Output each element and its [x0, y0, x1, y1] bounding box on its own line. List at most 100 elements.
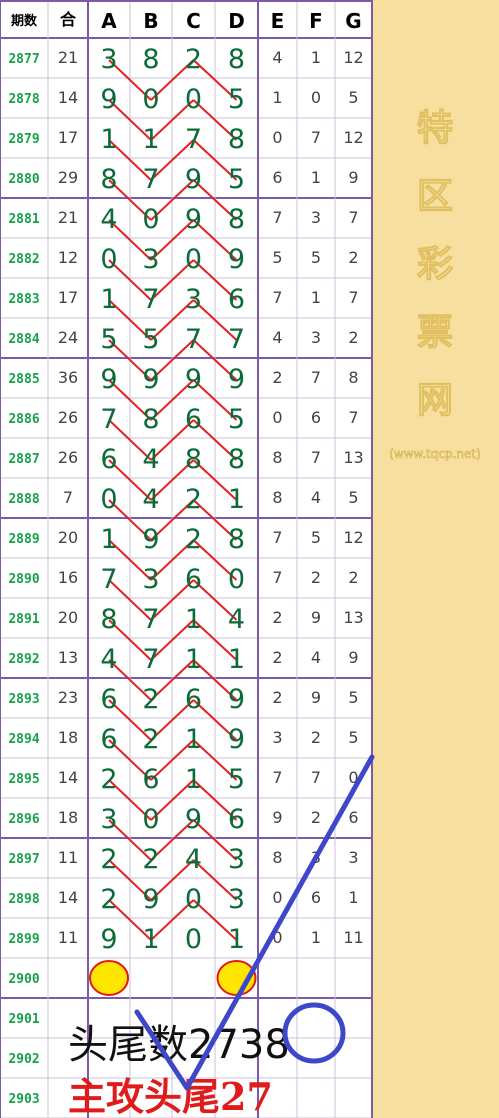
value-F: 1 — [311, 48, 321, 67]
header-period: 期数 — [11, 13, 38, 29]
digit-D: 8 — [228, 44, 245, 75]
digit-C: 1 — [185, 764, 202, 795]
digit-B: 7 — [142, 164, 159, 195]
digit-C: 1 — [185, 644, 202, 675]
value-F: 2 — [311, 728, 321, 747]
sum-value: 14 — [58, 88, 78, 107]
digit-B: 7 — [142, 604, 159, 635]
table-body: 2877 21 3 8 2 8 4 1 122878 14 9 0 0 5 1 0 52879 17 1 1 7 8 0 7 1… — [8, 44, 363, 1107]
circle-mark — [282, 1002, 346, 1064]
digit-A: 1 — [100, 284, 117, 315]
value-E: 4 — [272, 328, 282, 347]
digit-A: 1 — [100, 124, 117, 155]
value-F: 4 — [311, 488, 321, 507]
digit-D: 5 — [228, 764, 245, 795]
digit-C: 6 — [185, 684, 202, 715]
value-G: 1 — [348, 888, 358, 907]
header-col-B: B — [143, 9, 158, 33]
period-number: 2879 — [8, 132, 39, 147]
digit-B: 5 — [142, 324, 159, 355]
sum-value: 7 — [63, 488, 73, 507]
zigzag-lines — [108, 59, 238, 941]
value-E: 2 — [272, 608, 282, 627]
digit-C: 2 — [185, 484, 202, 515]
sum-value: 20 — [58, 608, 78, 627]
digit-D: 8 — [228, 204, 245, 235]
sum-value: 16 — [58, 568, 78, 587]
value-G: 12 — [343, 128, 363, 147]
value-G: 7 — [348, 408, 358, 427]
value-G: 9 — [348, 168, 358, 187]
digit-B: 3 — [142, 564, 159, 595]
sum-value: 13 — [58, 648, 78, 667]
sum-value: 14 — [58, 888, 78, 907]
digit-A: 3 — [100, 804, 117, 835]
digit-A: 2 — [100, 764, 117, 795]
digit-B: 4 — [142, 444, 159, 475]
value-G: 9 — [348, 648, 358, 667]
value-E: 6 — [272, 168, 282, 187]
value-G: 12 — [343, 528, 363, 547]
digit-C: 3 — [185, 284, 202, 315]
sum-value: 36 — [58, 368, 78, 387]
value-E: 0 — [272, 888, 282, 907]
digit-D: 9 — [228, 684, 245, 715]
value-G: 2 — [348, 248, 358, 267]
highlight-circles — [89, 960, 257, 996]
table-row: 2877 21 3 8 2 8 4 1 12 — [8, 44, 363, 75]
value-F: 7 — [311, 368, 321, 387]
watermark-char: 网 — [417, 379, 453, 421]
value-G: 6 — [348, 808, 358, 827]
period-number: 2880 — [8, 172, 39, 187]
value-E: 7 — [272, 528, 282, 547]
digit-A: 4 — [100, 204, 117, 235]
digit-B: 1 — [142, 124, 159, 155]
period-number: 2884 — [8, 332, 39, 347]
annotation-line1: 头尾数2738 — [68, 1022, 290, 1068]
value-F: 3 — [311, 328, 321, 347]
value-E: 8 — [272, 848, 282, 867]
digit-D: 3 — [228, 884, 245, 915]
digit-B: 0 — [142, 804, 159, 835]
period-number: 2891 — [8, 612, 39, 627]
digit-D: 3 — [228, 844, 245, 875]
period-number: 2899 — [8, 932, 39, 947]
period-number: 2882 — [8, 252, 39, 267]
sum-value: 14 — [58, 768, 78, 787]
value-E: 8 — [272, 488, 282, 507]
digit-D: 8 — [228, 524, 245, 555]
value-F: 6 — [311, 408, 321, 427]
header-col-A: A — [101, 9, 117, 33]
value-F: 9 — [311, 688, 321, 707]
digit-A: 6 — [100, 724, 117, 755]
digit-C: 9 — [185, 164, 202, 195]
period-number: 2885 — [8, 372, 39, 387]
value-F: 2 — [311, 568, 321, 587]
sum-value: 26 — [58, 448, 78, 467]
value-G: 5 — [348, 488, 358, 507]
digit-C: 9 — [185, 804, 202, 835]
digit-B: 9 — [142, 364, 159, 395]
digit-C: 0 — [185, 924, 202, 955]
digit-B: 6 — [142, 764, 159, 795]
digit-C: 6 — [185, 404, 202, 435]
digit-C: 0 — [185, 244, 202, 275]
digit-D: 1 — [228, 924, 245, 955]
value-G: 8 — [348, 368, 358, 387]
value-F: 2 — [311, 808, 321, 827]
digit-D: 8 — [228, 124, 245, 155]
period-number: 2887 — [8, 452, 39, 467]
period-number: 2890 — [8, 572, 39, 587]
digit-B: 0 — [142, 204, 159, 235]
value-F: 4 — [311, 648, 321, 667]
digit-A: 9 — [100, 364, 117, 395]
value-F: 3 — [311, 208, 321, 227]
value-E: 2 — [272, 648, 282, 667]
value-F: 7 — [311, 128, 321, 147]
value-G: 13 — [343, 608, 363, 627]
value-G: 13 — [343, 448, 363, 467]
value-E: 0 — [272, 408, 282, 427]
value-E: 1 — [272, 88, 282, 107]
value-F: 5 — [311, 248, 321, 267]
value-G: 3 — [348, 848, 358, 867]
